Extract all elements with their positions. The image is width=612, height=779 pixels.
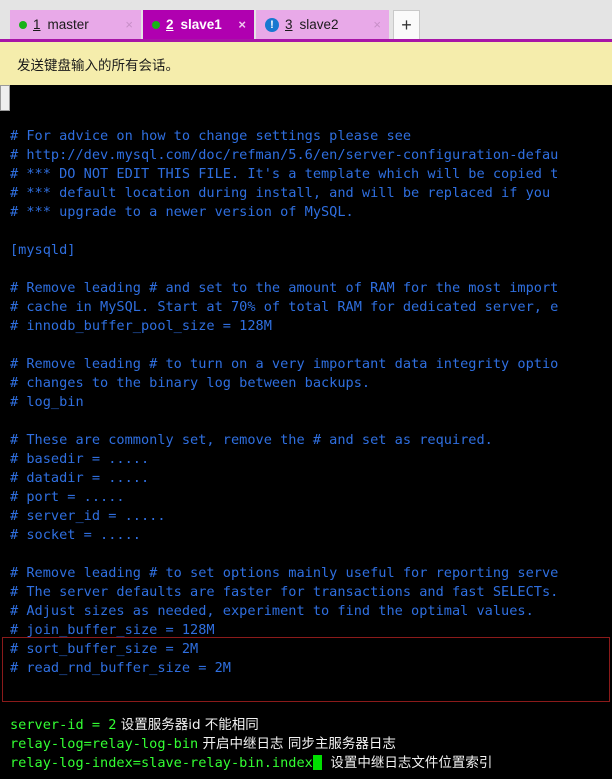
config-directive: relay-log-index=slave-relay-bin.index [10, 755, 313, 771]
tab-slave2[interactable]: ! 3 slave2 × [256, 10, 389, 39]
green-dot-icon [19, 20, 27, 29]
terminal-line: # basedir = ..... [10, 451, 150, 467]
tab-bar: 1 master × 2 slave1 × ! 3 slave2 × + [0, 0, 612, 42]
config-directive: relay-log=relay-log-bin [10, 736, 199, 752]
terminal-line: # sort_buffer_size = 2M [10, 641, 199, 657]
terminal-line: # datadir = ..... [10, 470, 150, 486]
broadcast-notice-bar: 发送键盘输入的所有会话。 [0, 42, 612, 85]
terminal-line: # log_bin [10, 394, 84, 410]
tab-slave1[interactable]: 2 slave1 × [143, 10, 254, 39]
tab-index: 2 [166, 17, 174, 32]
terminal-line: [mysqld] [10, 242, 76, 258]
green-dot-icon [152, 20, 160, 29]
terminal-line: # Remove leading # to turn on a very imp… [10, 356, 559, 372]
terminal-line: # Adjust sizes as needed, experiment to … [10, 603, 534, 619]
terminal-line: # http://dev.mysql.com/doc/refman/5.6/en… [10, 147, 559, 163]
notice-text: 发送键盘输入的所有会话。 [17, 57, 179, 74]
terminal-line: # *** DO NOT EDIT THIS FILE. It's a temp… [10, 166, 559, 182]
terminal-screen[interactable]: # For advice on how to change settings p… [0, 85, 612, 779]
terminal-line-edited: server-id = 2 设置服务器id 不能相同 [10, 716, 612, 735]
config-directive: server-id = 2 [10, 717, 117, 733]
terminal-line: # Remove leading # to set options mainly… [10, 565, 559, 581]
terminal-line: # For advice on how to change settings p… [10, 128, 412, 144]
terminal-line: # *** default location during install, a… [10, 185, 551, 201]
terminal-line: # innodb_buffer_pool_size = 128M [10, 318, 272, 334]
terminal-line: # port = ..... [10, 489, 125, 505]
tab-label: slave2 [299, 17, 339, 32]
terminal-line: # read_rnd_buffer_size = 2M [10, 660, 231, 676]
tab-index: 1 [33, 17, 41, 32]
config-comment-lines: # For advice on how to change settings p… [10, 127, 612, 678]
annotation-text: 设置中继日志文件位置索引 [321, 755, 493, 771]
close-icon[interactable]: × [367, 18, 381, 31]
blue-alert-icon: ! [265, 17, 279, 32]
terminal-line: # server_id = ..... [10, 508, 166, 524]
scrollbar-track[interactable] [0, 85, 10, 779]
scrollbar-thumb[interactable] [0, 85, 10, 111]
terminal-line: # The server defaults are faster for tra… [10, 584, 559, 600]
terminal-line: # changes to the binary log between back… [10, 375, 371, 391]
close-icon[interactable]: × [119, 18, 133, 31]
terminal-text-area[interactable]: # For advice on how to change settings p… [10, 85, 612, 779]
edited-config-lines: server-id = 2 设置服务器id 不能相同 relay-log=rela… [10, 716, 612, 773]
annotation-text: 开启中继日志 同步主服务器日志 [198, 736, 396, 752]
terminal-window: 1 master × 2 slave1 × ! 3 slave2 × + 发送键… [0, 0, 612, 779]
terminal-line-edited: relay-log-index=slave-relay-bin.index 设置… [10, 754, 612, 773]
terminal-line: # cache in MySQL. Start at 70% of total … [10, 299, 559, 315]
tab-label: slave1 [180, 17, 222, 32]
terminal-line-edited: relay-log=relay-log-bin 开启中继日志 同步主服务器日志 [10, 735, 612, 754]
terminal-line: # Remove leading # and set to the amount… [10, 280, 559, 296]
terminal-line: # These are commonly set, remove the # a… [10, 432, 493, 448]
close-icon[interactable]: × [232, 18, 246, 31]
terminal-line: # socket = ..... [10, 527, 141, 543]
tab-label: master [47, 17, 89, 32]
tab-master[interactable]: 1 master × [10, 10, 141, 39]
tab-index: 3 [285, 17, 293, 32]
text-cursor [312, 755, 322, 770]
annotation-text: 设置服务器id 不能相同 [116, 717, 259, 733]
terminal-line: # join_buffer_size = 128M [10, 622, 215, 638]
new-tab-button[interactable]: + [393, 10, 420, 39]
terminal-line: # *** upgrade to a newer version of MySQ… [10, 204, 354, 220]
